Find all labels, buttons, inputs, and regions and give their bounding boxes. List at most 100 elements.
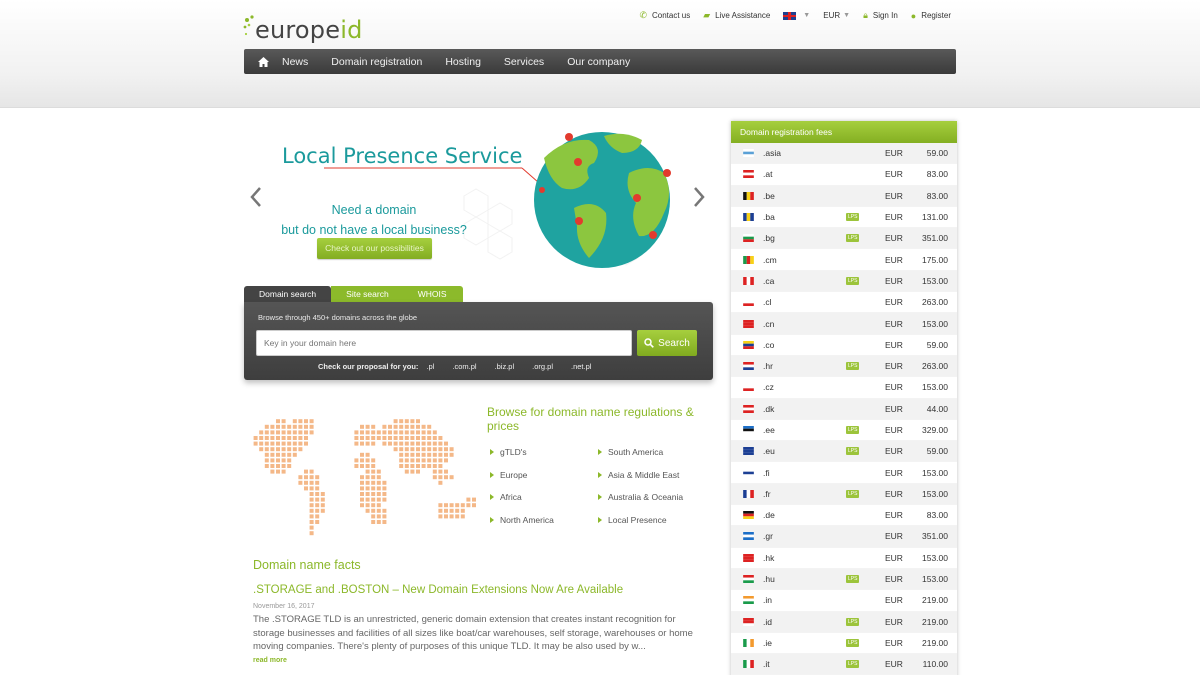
fee-row[interactable]: .hr LPS EUR 263.00 bbox=[731, 355, 957, 378]
price-value: 219.00 bbox=[922, 616, 948, 627]
price-value: 219.00 bbox=[922, 595, 948, 606]
currency-label: EUR bbox=[885, 446, 903, 457]
currency-label: EUR bbox=[885, 297, 903, 308]
price-value: 59.00 bbox=[926, 446, 948, 457]
price-value: 83.00 bbox=[926, 190, 948, 201]
price-value: 175.00 bbox=[922, 254, 948, 265]
fee-row[interactable]: .cn EUR 153.00 bbox=[731, 313, 957, 335]
tld-label: .ie bbox=[763, 637, 772, 648]
fee-row[interactable]: .gr EUR 351.00 bbox=[731, 526, 957, 548]
nav-hosting[interactable]: Hosting bbox=[445, 56, 481, 68]
fee-row[interactable]: .co EUR 59.00 bbox=[731, 335, 957, 356]
fee-row[interactable]: .ie LPS EUR 219.00 bbox=[731, 633, 957, 655]
logo[interactable]: europeid bbox=[243, 12, 363, 44]
price-value: 153.00 bbox=[922, 574, 948, 585]
fee-row[interactable]: .hu LPS EUR 153.00 bbox=[731, 568, 957, 591]
proposal-link[interactable]: .net.pl bbox=[571, 362, 591, 371]
currency-label: EUR bbox=[885, 275, 903, 286]
nav-our-company[interactable]: Our company bbox=[567, 56, 630, 68]
currency-label: EUR bbox=[885, 488, 903, 499]
tab-whois[interactable]: WHOIS bbox=[403, 286, 463, 302]
facts-heading: Domain name facts bbox=[253, 558, 361, 572]
country-flag-icon bbox=[743, 404, 754, 413]
lps-badge: LPS bbox=[846, 489, 860, 498]
tab-site-search[interactable]: Site search bbox=[331, 286, 404, 302]
tld-label: .be bbox=[763, 190, 775, 201]
search-button[interactable]: Search bbox=[637, 330, 697, 356]
proposal-link[interactable]: .biz.pl bbox=[495, 362, 515, 371]
fee-row[interactable]: .bg LPS EUR 351.00 bbox=[731, 228, 957, 250]
fee-row[interactable]: .id LPS EUR 219.00 bbox=[731, 611, 957, 633]
fee-row[interactable]: .be EUR 83.00 bbox=[731, 185, 957, 207]
lps-badge: LPS bbox=[846, 447, 860, 456]
currency-select[interactable]: EUR ▼ bbox=[823, 11, 850, 20]
proposal-list: Check our proposal for you: .pl .com.pl … bbox=[318, 362, 609, 371]
region-label: South America bbox=[608, 447, 664, 457]
fee-row[interactable]: .ba LPS EUR 131.00 bbox=[731, 207, 957, 229]
tld-label: .eu bbox=[763, 446, 775, 457]
fee-row[interactable]: .cz EUR 153.00 bbox=[731, 377, 957, 399]
fee-row[interactable]: .it LPS EUR 110.00 bbox=[731, 654, 957, 675]
region-link-africa[interactable]: Africa bbox=[490, 492, 522, 502]
fee-row[interactable]: .ee LPS EUR 329.00 bbox=[731, 420, 957, 442]
lps-badge: LPS bbox=[846, 660, 860, 669]
proposal-link[interactable]: .org.pl bbox=[532, 362, 553, 371]
currency-label: EUR bbox=[885, 382, 903, 393]
region-link-south-america[interactable]: South America bbox=[598, 447, 663, 457]
nav-news[interactable]: News bbox=[282, 56, 308, 68]
article-title-link[interactable]: .STORAGE and .BOSTON – New Domain Extens… bbox=[253, 584, 623, 596]
fee-row[interactable]: .in EUR 219.00 bbox=[731, 590, 957, 612]
country-flag-icon bbox=[743, 319, 754, 328]
check-possibilities-button[interactable]: Check out our possibilities bbox=[317, 238, 432, 259]
live-assistance-link[interactable]: ▰ Live Assistance bbox=[703, 10, 770, 21]
nav-domain-registration[interactable]: Domain registration bbox=[331, 56, 422, 68]
read-more-link[interactable]: read more bbox=[253, 657, 287, 664]
proposal-link[interactable]: .pl bbox=[426, 362, 434, 371]
fee-row[interactable]: .hk EUR 153.00 bbox=[731, 548, 957, 569]
fees-title: Domain registration fees bbox=[731, 121, 957, 143]
tld-label: .at bbox=[763, 169, 773, 180]
price-value: 131.00 bbox=[922, 212, 948, 223]
fee-row[interactable]: .fr LPS EUR 153.00 bbox=[731, 483, 957, 506]
country-flag-icon bbox=[743, 298, 754, 307]
tld-label: .in bbox=[763, 595, 772, 606]
fee-row[interactable]: .asia EUR 59.00 bbox=[731, 143, 957, 165]
domain-search-input[interactable] bbox=[256, 330, 632, 356]
signin-link[interactable]: 🔒︎ Sign In bbox=[863, 10, 898, 21]
fee-row[interactable]: .cm EUR 175.00 bbox=[731, 249, 957, 271]
fee-row[interactable]: .cl EUR 263.00 bbox=[731, 292, 957, 314]
register-link[interactable]: ● Register bbox=[911, 11, 951, 21]
price-value: 153.00 bbox=[922, 552, 948, 563]
region-link-gtlds[interactable]: gTLD's bbox=[490, 447, 527, 457]
fee-row[interactable]: .dk EUR 44.00 bbox=[731, 398, 957, 420]
region-link-north-america[interactable]: North America bbox=[490, 515, 554, 525]
fees-list: .asia EUR 59.00 .at EUR 83.00 .be EUR 83.00 .ba LP… bbox=[731, 143, 957, 675]
region-link-asia[interactable]: Asia & Middle East bbox=[598, 470, 679, 480]
fee-row[interactable]: .ca LPS EUR 153.00 bbox=[731, 270, 957, 293]
contact-label: Contact us bbox=[651, 11, 691, 20]
proposal-link[interactable]: .com.pl bbox=[452, 362, 476, 371]
fee-row[interactable]: .fi EUR 153.00 bbox=[731, 462, 957, 484]
language-select[interactable]: ▼ bbox=[783, 11, 810, 20]
country-flag-icon bbox=[743, 617, 754, 626]
home-button[interactable] bbox=[244, 56, 282, 67]
price-value: 44.00 bbox=[926, 403, 948, 414]
region-link-local-presence[interactable]: Local Presence bbox=[598, 515, 667, 525]
region-label: Europe bbox=[500, 470, 528, 480]
tld-label: .dk bbox=[763, 403, 775, 414]
tab-domain-search[interactable]: Domain search bbox=[244, 286, 332, 302]
fee-row[interactable]: .de EUR 83.00 bbox=[731, 505, 957, 527]
fee-row[interactable]: .eu LPS EUR 59.00 bbox=[731, 441, 957, 463]
fee-row[interactable]: .at EUR 83.00 bbox=[731, 164, 957, 186]
country-flag-icon bbox=[743, 426, 754, 434]
region-link-europe[interactable]: Europe bbox=[490, 470, 527, 480]
region-link-australia[interactable]: Australia & Oceania bbox=[598, 492, 683, 502]
region-label: Africa bbox=[500, 492, 522, 502]
country-flag-icon bbox=[743, 575, 754, 584]
nav-services[interactable]: Services bbox=[504, 56, 544, 68]
country-flag-icon bbox=[743, 511, 754, 520]
contact-link[interactable]: ✆ Contact us bbox=[639, 10, 690, 21]
currency-label: EUR bbox=[885, 339, 903, 350]
currency-label: EUR bbox=[823, 11, 841, 20]
lock-icon: 🔒︎ bbox=[863, 10, 868, 20]
